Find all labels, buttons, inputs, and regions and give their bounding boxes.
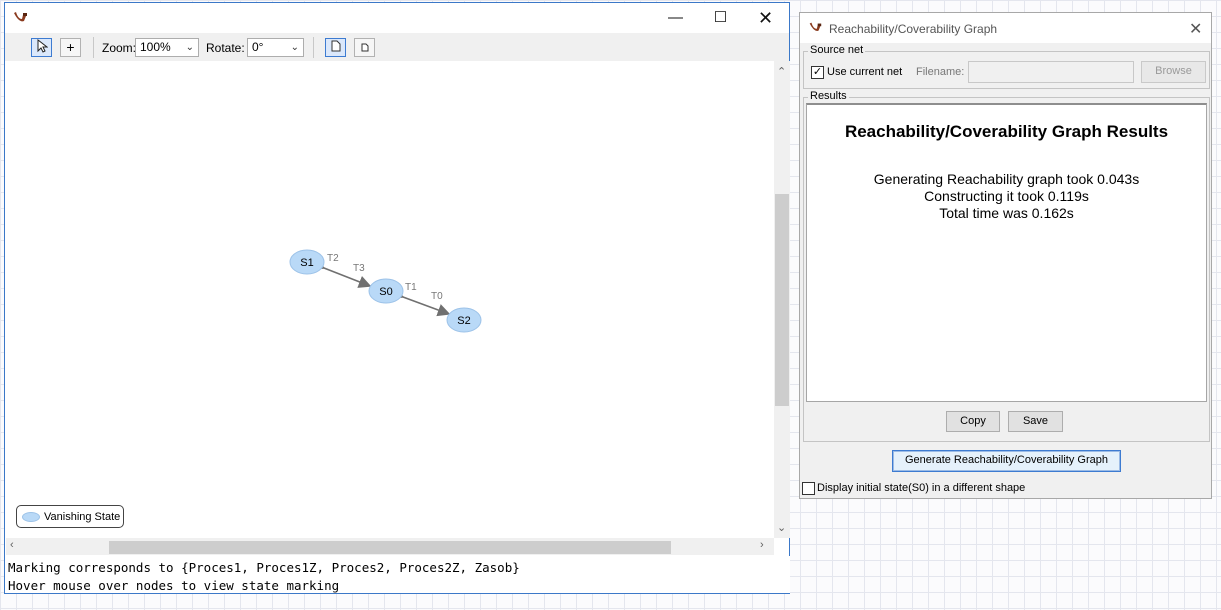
horizontal-scroll-thumb[interactable]: [109, 541, 671, 554]
small-page-icon: [361, 43, 368, 52]
source-net-group: Source net ✓ Use current net Filename: B…: [803, 44, 1210, 89]
status-area: Marking corresponds to {Proces1, Proces1…: [6, 556, 790, 593]
edge-label: T3: [353, 263, 365, 274]
legend: Vanishing State: [16, 505, 124, 528]
results-label: Results: [808, 90, 849, 102]
node-label: S1: [300, 257, 313, 269]
toolbar: + Zoom: 100% ⌄ Rotate: 0° ⌄: [5, 33, 789, 61]
node-label: S2: [457, 315, 470, 327]
results-panel: Reachability/Coverability Graph Results …: [806, 103, 1207, 402]
chevron-down-icon[interactable]: ⌄: [777, 521, 786, 534]
node-label: S0: [379, 286, 392, 298]
toolbar-separator: [313, 37, 314, 58]
marking-status-text: Marking corresponds to {Proces1, Proces1…: [8, 560, 520, 575]
vanishing-state-swatch: [22, 512, 40, 522]
page-portrait-button[interactable]: [325, 38, 346, 57]
pipe-app-icon: [11, 9, 29, 30]
close-button[interactable]: ✕: [743, 3, 788, 33]
rotate-value: 0°: [252, 40, 264, 54]
legend-label: Vanishing State: [44, 511, 121, 523]
toolbar-separator: [93, 37, 94, 58]
zoom-select[interactable]: 100% ⌄: [135, 38, 199, 57]
add-tool-button[interactable]: +: [60, 38, 81, 57]
use-current-net-label: Use current net: [827, 66, 903, 78]
pipe-app-icon: [807, 20, 823, 39]
minimize-button[interactable]: —: [653, 3, 698, 33]
maximize-button[interactable]: ☐: [698, 3, 743, 33]
dialog-title-bar: Reachability/Coverability Graph ✕: [800, 13, 1211, 43]
edge-label: T0: [431, 291, 443, 302]
edge-label: T2: [327, 253, 339, 264]
page-icon: [331, 40, 340, 52]
initial-state-shape-label: Display initial state(S0) in a different…: [817, 482, 1026, 494]
chevron-up-icon[interactable]: ⌃: [777, 65, 786, 78]
rotate-select[interactable]: 0° ⌄: [247, 38, 304, 57]
chevron-down-icon: ⌄: [290, 42, 299, 53]
filename-input[interactable]: [968, 61, 1134, 83]
vertical-scrollbar[interactable]: ⌃ ⌄: [774, 61, 790, 538]
zoom-label: Zoom:: [102, 41, 137, 55]
graph-node-s0[interactable]: S0: [368, 278, 404, 304]
zoom-value: 100%: [140, 40, 171, 54]
close-icon[interactable]: ✕: [1189, 19, 1202, 39]
edge-label: T1: [405, 282, 417, 293]
graph-canvas[interactable]: T2 T3 T1 T0 S1 S0 S2 Vanishing State: [6, 61, 774, 538]
graph-node-s2[interactable]: S2: [446, 307, 482, 333]
dialog-title: Reachability/Coverability Graph: [829, 22, 998, 36]
plus-icon: +: [66, 39, 75, 55]
initial-state-shape-checkbox[interactable]: [802, 482, 815, 495]
chevron-right-icon[interactable]: ›: [760, 539, 764, 551]
graph-window: — ☐ ✕ + Zoom: 100% ⌄ Rotate: 0° ⌄ T2 T3 …: [4, 2, 790, 594]
graph-node-s1[interactable]: S1: [289, 249, 325, 275]
results-button-strip: Copy Save: [806, 402, 1207, 439]
reachability-dialog: Reachability/Coverability Graph ✕ Source…: [799, 12, 1212, 499]
select-tool-button[interactable]: [31, 38, 52, 57]
browse-button[interactable]: Browse: [1141, 61, 1206, 83]
chevron-down-icon: ⌄: [185, 42, 194, 53]
source-net-label: Source net: [808, 44, 866, 56]
results-heading: Reachability/Coverability Graph Results: [844, 122, 1169, 141]
copy-button[interactable]: Copy: [946, 411, 1000, 432]
graph-svg: T2 T3 T1 T0 S1 S0 S2: [289, 249, 482, 333]
result-line: Constructing it took 0.119s: [924, 188, 1089, 204]
page-small-button[interactable]: [354, 38, 375, 57]
horizontal-scrollbar[interactable]: ‹ ›: [6, 538, 774, 555]
result-line: Total time was 0.162s: [939, 205, 1074, 221]
generate-graph-button[interactable]: Generate Reachability/Coverability Graph: [892, 450, 1121, 472]
chevron-left-icon[interactable]: ‹: [10, 539, 14, 551]
save-button[interactable]: Save: [1008, 411, 1063, 432]
hover-hint-text: Hover mouse over nodes to view state mar…: [8, 578, 340, 593]
title-bar: — ☐ ✕: [5, 3, 789, 33]
vertical-scroll-thumb[interactable]: [775, 194, 789, 406]
filename-label: Filename:: [916, 66, 965, 78]
use-current-net-checkbox[interactable]: ✓: [811, 66, 824, 79]
rotate-label: Rotate:: [206, 41, 245, 55]
result-line: Generating Reachability graph took 0.043…: [873, 171, 1140, 187]
cursor-icon: [37, 38, 48, 53]
